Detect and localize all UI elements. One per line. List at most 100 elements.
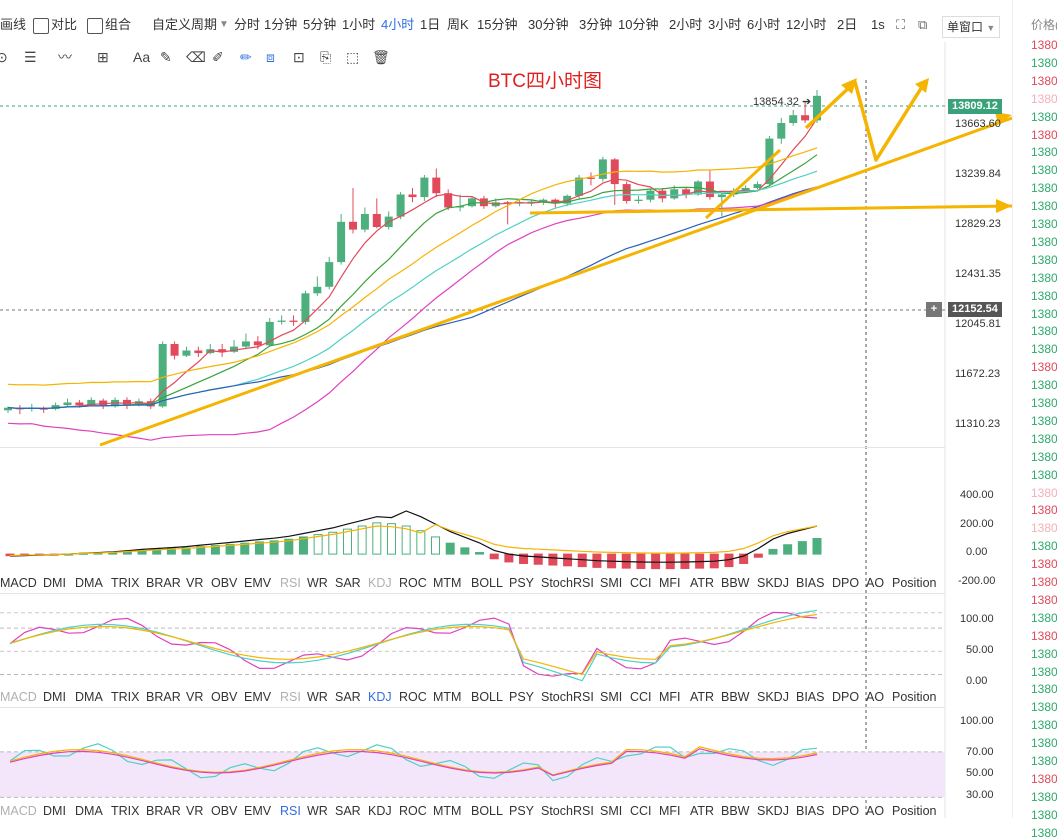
indicator-tab-cci[interactable]: CCI [630,573,652,593]
indicator-tab-bias[interactable]: BIAS [796,687,825,707]
indicator-tab-obv[interactable]: OBV [211,573,237,593]
rsi-tick: 100.00 [960,715,994,727]
indicator-tab-macd[interactable]: MACD [0,801,37,821]
indicator-tab-dma[interactable]: DMA [75,573,103,593]
indicator-tab-position[interactable]: Position [892,687,936,707]
indicator-tab-trix[interactable]: TRIX [111,687,139,707]
indicator-tab-emv[interactable]: EMV [244,801,271,821]
indicator-tab-vr[interactable]: VR [186,573,203,593]
indicator-tab-macd[interactable]: MACD [0,573,37,593]
indicator-tab-smi[interactable]: SMI [600,687,622,707]
indicator-tab-bias[interactable]: BIAS [796,573,825,593]
order-price: 13809 [1031,521,1057,536]
candle-body [670,189,679,199]
indicator-tab-brar[interactable]: BRAR [146,801,181,821]
indicator-tab-cci[interactable]: CCI [630,687,652,707]
indicator-tab-bbw[interactable]: BBW [721,801,749,821]
indicator-tab-mtm[interactable]: MTM [433,573,461,593]
candle-body [789,115,798,123]
indicator-tab-mfi[interactable]: MFI [659,687,681,707]
indicator-tab-dma[interactable]: DMA [75,687,103,707]
indicator-tab-dpo[interactable]: DPO [832,687,859,707]
order-price: 13809 [1031,360,1057,375]
order-price: 13809 [1031,181,1057,196]
indicator-tab-stochrsi[interactable]: StochRSI [541,801,594,821]
indicator-tab-emv[interactable]: EMV [244,573,271,593]
indicator-tab-sar[interactable]: SAR [335,687,361,707]
indicator-tab-rsi[interactable]: RSI [280,801,301,821]
indicator-tab-mfi[interactable]: MFI [659,801,681,821]
indicator-tab-obv[interactable]: OBV [211,801,237,821]
candle-body [432,177,441,194]
indicator-tab-skdj[interactable]: SKDJ [757,801,789,821]
indicator-tab-roc[interactable]: ROC [399,801,427,821]
indicator-tab-dpo[interactable]: DPO [832,801,859,821]
indicator-tab-ao[interactable]: AO [866,573,884,593]
kdj-tick: 100.00 [960,613,994,625]
indicator-tab-stochrsi[interactable]: StochRSI [541,687,594,707]
indicator-tab-rsi[interactable]: RSI [280,573,301,593]
macd-tick: -200.00 [958,575,996,587]
indicator-tab-atr[interactable]: ATR [690,801,714,821]
order-price: 13809 [1031,503,1057,518]
indicator-tab-bbw[interactable]: BBW [721,573,749,593]
indicator-tab-psy[interactable]: PSY [509,573,534,593]
indicator-tab-boll[interactable]: BOLL [471,687,503,707]
macd-bar [445,542,455,555]
indicator-tab-dmi[interactable]: DMI [43,573,66,593]
indicator-tab-vr[interactable]: VR [186,801,203,821]
candle-body [182,350,191,356]
indicator-tab-brar[interactable]: BRAR [146,687,181,707]
indicator-tab-brar[interactable]: BRAR [146,573,181,593]
indicator-tab-bbw[interactable]: BBW [721,687,749,707]
indicator-tab-wr[interactable]: WR [307,573,328,593]
indicator-tab-bias[interactable]: BIAS [796,801,825,821]
indicator-tab-mfi[interactable]: MFI [659,573,681,593]
indicator-tab-smi[interactable]: SMI [600,573,622,593]
kdj-d-line [9,613,818,676]
indicator-tab-psy[interactable]: PSY [509,801,534,821]
indicator-tab-skdj[interactable]: SKDJ [757,687,789,707]
indicator-tab-dma[interactable]: DMA [75,801,103,821]
indicator-tab-sar[interactable]: SAR [335,801,361,821]
indicator-tab-emv[interactable]: EMV [244,687,271,707]
indicator-tab-dmi[interactable]: DMI [43,687,66,707]
indicator-tab-dpo[interactable]: DPO [832,573,859,593]
indicator-tab-ao[interactable]: AO [866,687,884,707]
indicator-tab-skdj[interactable]: SKDJ [757,573,789,593]
indicator-tab-roc[interactable]: ROC [399,573,427,593]
indicator-tab-psy[interactable]: PSY [509,687,534,707]
indicator-tab-boll[interactable]: BOLL [471,801,503,821]
macd-bar [636,553,646,569]
indicator-tab-dmi[interactable]: DMI [43,801,66,821]
candle-body [634,199,643,201]
indicator-tab-kdj[interactable]: KDJ [368,801,392,821]
indicator-tab-sar[interactable]: SAR [335,573,361,593]
indicator-tab-ao[interactable]: AO [866,801,884,821]
order-price: 13809 [1031,413,1057,428]
indicator-tab-stochrsi[interactable]: StochRSI [541,573,594,593]
indicator-tab-macd[interactable]: MACD [0,687,37,707]
indicator-tab-cci[interactable]: CCI [630,801,652,821]
indicator-tab-kdj[interactable]: KDJ [368,687,392,707]
indicator-tab-trix[interactable]: TRIX [111,573,139,593]
indicator-tab-atr[interactable]: ATR [690,687,714,707]
indicator-tab-position[interactable]: Position [892,573,936,593]
indicator-tab-vr[interactable]: VR [186,687,203,707]
pane-separator [0,707,945,708]
indicator-tab-position[interactable]: Position [892,801,936,821]
indicator-tab-boll[interactable]: BOLL [471,573,503,593]
candle-body [622,184,631,201]
indicator-tab-smi[interactable]: SMI [600,801,622,821]
indicator-tab-trix[interactable]: TRIX [111,801,139,821]
indicator-tab-wr[interactable]: WR [307,801,328,821]
indicator-tab-wr[interactable]: WR [307,687,328,707]
indicator-tab-mtm[interactable]: MTM [433,687,461,707]
indicator-tab-mtm[interactable]: MTM [433,801,461,821]
indicator-tab-roc[interactable]: ROC [399,687,427,707]
crosshair-plus-button[interactable]: + [926,302,942,317]
indicator-tab-obv[interactable]: OBV [211,687,237,707]
indicator-tab-rsi[interactable]: RSI [280,687,301,707]
indicator-tab-atr[interactable]: ATR [690,573,714,593]
indicator-tab-kdj[interactable]: KDJ [368,573,392,593]
